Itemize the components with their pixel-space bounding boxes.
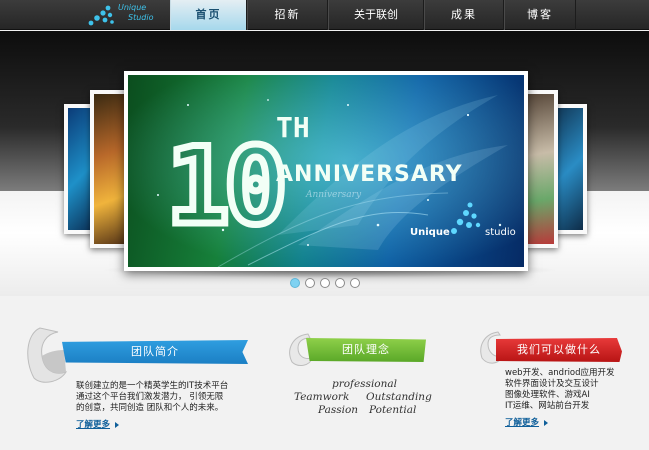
anniversary-artwork: 10 TH ANNIVERSARY Anniversary Unique stu…: [128, 75, 524, 267]
slide-brand-unique: Unique: [410, 227, 450, 238]
logo-text: Unique Studio: [118, 3, 168, 23]
arrow-right-icon: [115, 421, 120, 428]
anniversary-suffix: TH: [276, 111, 310, 144]
intro-learn-more-label: 了解更多: [76, 420, 111, 430]
slide-thumbnail-right[interactable]: [524, 90, 558, 248]
slider-dot-3[interactable]: [320, 278, 330, 288]
nav-home[interactable]: 首页: [170, 0, 247, 30]
services-learn-more-label: 了解更多: [505, 418, 540, 428]
intro-title: 团队简介: [131, 345, 179, 358]
concept-title: 团队理念: [342, 343, 390, 356]
nav-achievements[interactable]: 成果: [424, 0, 504, 30]
intro-learn-more-link[interactable]: 了解更多: [76, 418, 120, 430]
anniversary-subtitle: Anniversary: [305, 190, 362, 200]
services-banner: 我们可以做什么: [496, 338, 622, 362]
slider-dot-5[interactable]: [350, 278, 360, 288]
concept-word-teamwork: Teamwork: [294, 391, 350, 403]
anniversary-word: ANNIVERSARY: [276, 162, 463, 187]
unique-studio-logo-icon: [88, 5, 114, 26]
slide-thumbnail-left[interactable]: [90, 90, 128, 248]
services-learn-more-link[interactable]: 了解更多: [505, 416, 549, 428]
nav-recruit[interactable]: 招新: [247, 0, 328, 30]
anniversary-number: 10: [166, 125, 282, 248]
logo-text-unique: Unique: [118, 3, 147, 12]
concept-word-professional: professional: [332, 378, 397, 390]
slide-thumbnail-far-right[interactable]: [553, 104, 587, 234]
concept-word-passion: Passion: [318, 404, 359, 416]
logo-text-studio: Studio: [128, 13, 154, 22]
slide-thumbnail-image: [94, 94, 124, 244]
intro-description: 联创建立的是一个精英学生的IT技术平台 通过这个平台我们激发潜力， 引领无限 的…: [76, 381, 276, 414]
nav-about[interactable]: 关于联创: [328, 0, 424, 30]
nav-blog[interactable]: 博客: [504, 0, 576, 30]
concept-word-potential: Potential: [369, 404, 417, 416]
anniversary-banner-image: 10 TH ANNIVERSARY Anniversary Unique stu…: [128, 75, 524, 267]
intro-text: 联创建立的是一个精英学生的IT技术平台 通过这个平台我们激发潜力， 引领无限 的…: [76, 381, 229, 413]
main-slide[interactable]: 10 TH ANNIVERSARY Anniversary Unique stu…: [124, 71, 528, 271]
services-title: 我们可以做什么: [517, 343, 601, 356]
slider-dot-2[interactable]: [305, 278, 315, 288]
slider-dot-1[interactable]: [290, 278, 300, 288]
concept-banner: 团队理念: [306, 338, 426, 362]
concept-word-outstanding: Outstanding: [366, 391, 432, 403]
slide-thumbnail-image: [528, 94, 554, 244]
services-description: web开发、andriod应用开发 软件界面设计及交互设计 图像处理软件、游戏A…: [505, 368, 645, 412]
services-text: web开发、andriod应用开发 软件界面设计及交互设计 图像处理软件、游戏A…: [505, 368, 615, 411]
intro-banner: 团队简介: [62, 340, 248, 364]
slider-dot-4[interactable]: [335, 278, 345, 288]
site-logo[interactable]: Unique Studio: [80, 0, 170, 30]
top-navigation-bar: Unique Studio 首页 招新 关于联创 成果 博客: [0, 0, 649, 30]
slide-thumbnail-image: [557, 108, 583, 230]
arrow-right-icon: [544, 419, 549, 426]
slide-brand-studio: studio: [485, 227, 516, 238]
